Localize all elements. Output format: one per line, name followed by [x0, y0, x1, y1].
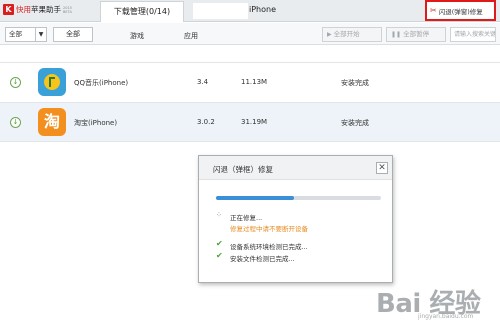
repairing-text: 正在修复...: [230, 214, 263, 222]
logo-name: 快用苹果助手: [16, 4, 61, 15]
app-version: 3.4: [197, 78, 209, 86]
step-text: 设备系统环境检测已完成...: [230, 243, 308, 251]
device-name[interactable]: iPhone: [249, 5, 276, 14]
repair-progress-bar: [216, 196, 381, 200]
app-logo: K 快用苹果助手 2015 BETA: [3, 4, 75, 15]
pause-all-button[interactable]: ❚❚ 全部暂停: [386, 27, 446, 42]
check-icon: ✔: [216, 251, 223, 260]
close-icon[interactable]: ✕: [376, 162, 388, 174]
repair-dialog: 闪退（弹框）修复 ✕ ⁘ 正在修复... 修复过程中请不要断开设备 ✔ 设备系统…: [198, 155, 393, 283]
wrench-icon: ✂: [430, 6, 437, 15]
logo-version: 2015 BETA: [63, 5, 72, 14]
qq-music-icon: [38, 68, 66, 96]
crash-repair-button[interactable]: ✂ 闪退(弹窗)修复: [425, 0, 496, 21]
taobao-icon: 淘: [38, 108, 66, 136]
search-input[interactable]: 请输入搜索关键字: [450, 27, 496, 42]
logo-suffix: 苹果助手: [31, 5, 61, 14]
app-size: 31.19M: [241, 118, 268, 126]
warning-text: 修复过程中请不要断开设备: [230, 225, 308, 233]
step-text: 安装文件检测已完成...: [230, 255, 295, 263]
app-name: 淘宝(iPhone): [74, 119, 118, 127]
repair-progress-fill: [216, 196, 294, 200]
type-select[interactable]: 全部 ▼: [5, 27, 47, 42]
pause-all-label: 全部暂停: [403, 30, 430, 38]
app-size: 11.13M: [241, 78, 268, 86]
crash-repair-label: 闪退(弹窗)修复: [438, 7, 483, 16]
app-version: 3.0.2: [197, 118, 215, 126]
download-done-icon[interactable]: ↓: [10, 117, 21, 128]
dialog-header: 闪退（弹框）修复 ✕: [199, 156, 392, 180]
install-status: 安装完成: [341, 79, 369, 87]
chevron-down-icon: ▼: [35, 28, 46, 41]
top-bar: K 快用苹果助手 2015 BETA 下载管理(0/14) iPhone ✂ 闪…: [0, 0, 500, 22]
play-icon: ▶: [327, 31, 332, 38]
tab-category-all[interactable]: 全部: [53, 27, 93, 42]
type-select-value: 全部: [9, 30, 22, 38]
tab-category-games[interactable]: 游戏: [130, 31, 144, 41]
logo-mark: K: [3, 4, 14, 15]
start-all-label: 全部开始: [333, 30, 360, 38]
dialog-title: 闪退（弹框）修复: [213, 165, 273, 174]
list-item[interactable]: ↓ 淘 淘宝(iPhone) 3.0.2 31.19M 安装完成: [0, 102, 500, 142]
tab-download-manager[interactable]: 下载管理(0/14): [100, 1, 184, 22]
list-item[interactable]: ↓ QQ音乐(iPhone) 3.4 11.13M 安装完成: [0, 62, 500, 102]
watermark-url: jingyan.baidu.com: [418, 313, 474, 320]
spinner-icon: ⁘: [216, 211, 222, 219]
install-status: 安装完成: [341, 119, 369, 127]
tab-category-apps[interactable]: 应用: [184, 31, 198, 41]
device-tab-blank[interactable]: [193, 3, 248, 19]
qq-music-icon-note: [49, 77, 55, 87]
start-all-button[interactable]: ▶ 全部开始: [322, 27, 382, 42]
filter-bar: 全部 ▼ 全部 游戏 应用 ▶ 全部开始 ❚❚ 全部暂停 请输入搜索关键字: [0, 23, 500, 45]
pause-icon: ❚❚: [391, 31, 402, 38]
app-name: QQ音乐(iPhone): [74, 79, 129, 87]
download-done-icon[interactable]: ↓: [10, 77, 21, 88]
watermark: Bai 经验 jingyan.baidu.com: [376, 283, 496, 321]
logo-prefix: 快用: [16, 5, 31, 14]
check-icon: ✔: [216, 239, 223, 248]
